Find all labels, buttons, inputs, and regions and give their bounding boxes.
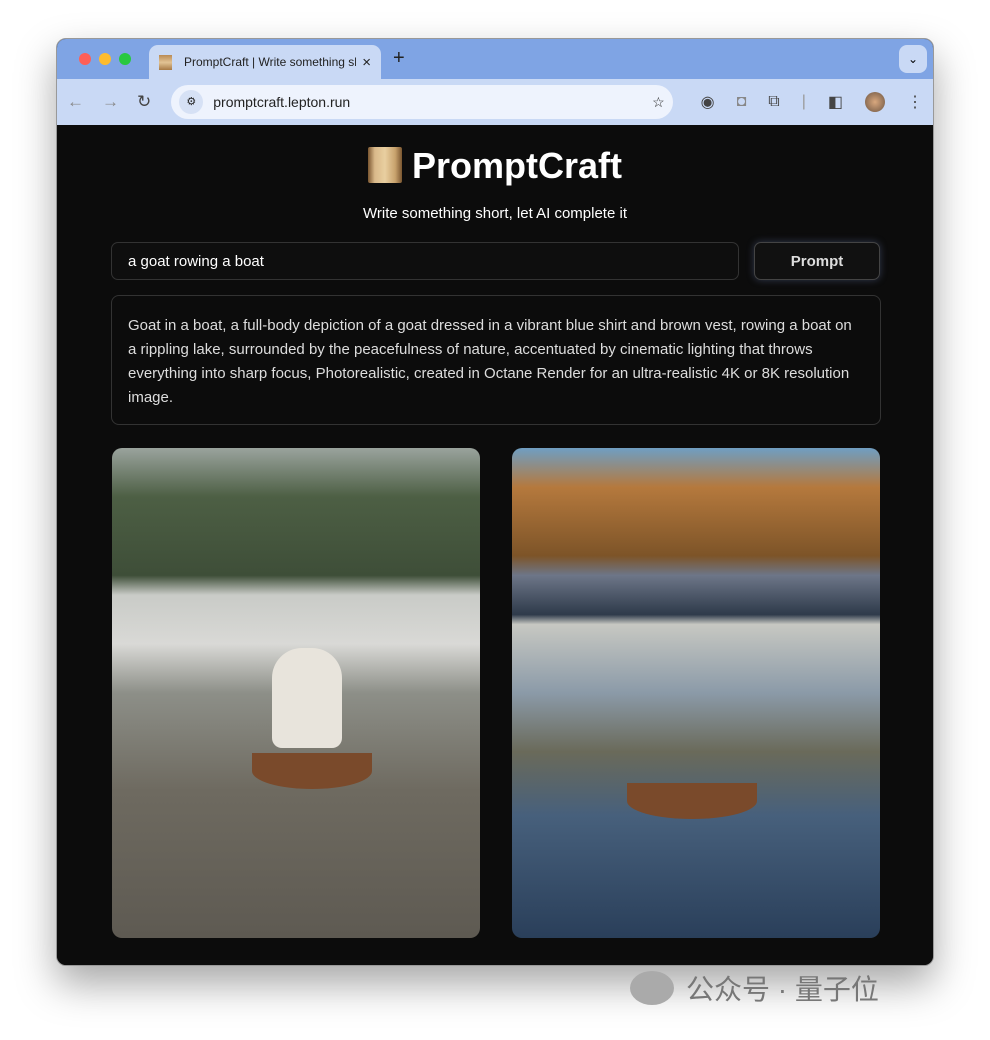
- completed-prompt-output: Goat in a boat, a full-body depiction of…: [111, 295, 881, 425]
- generated-image-2: [512, 448, 880, 938]
- boat-shape: [252, 753, 372, 789]
- extensions-puzzle-icon[interactable]: ⧉: [768, 93, 779, 111]
- password-extension-icon[interactable]: ◉: [701, 92, 715, 112]
- address-bar[interactable]: ⚙ promptcraft.lepton.run ☆: [171, 85, 673, 119]
- close-tab-icon[interactable]: ×: [362, 54, 371, 71]
- close-window-button[interactable]: [79, 53, 91, 65]
- scroll-icon: [367, 147, 402, 183]
- boat-shape: [627, 783, 757, 819]
- url-text: promptcraft.lepton.run: [213, 94, 351, 110]
- back-icon[interactable]: ←: [67, 92, 84, 112]
- maximize-window-button[interactable]: [119, 53, 131, 65]
- tab-bar: PromptCraft | Write something short, let…: [57, 39, 933, 79]
- watermark-text: 公众号 · 量子位: [686, 974, 879, 1005]
- browser-window: PromptCraft | Write something short, let…: [56, 38, 934, 966]
- camera-icon[interactable]: ◘: [737, 93, 747, 111]
- side-panel-icon[interactable]: ◧: [828, 92, 843, 112]
- watermark: 公众号 · 量子位: [630, 968, 879, 1008]
- forward-icon[interactable]: →: [102, 92, 119, 112]
- tab-title: PromptCraft | Write something short, let…: [184, 55, 356, 69]
- site-settings-icon[interactable]: ⚙: [179, 90, 204, 114]
- minimize-window-button[interactable]: [99, 53, 111, 65]
- title-text: PromptCraft: [411, 145, 622, 186]
- new-tab-icon[interactable]: +: [393, 47, 405, 70]
- browser-toolbar: ← → ↻ ⚙ promptcraft.lepton.run ☆ ◉ ◘ ⧉ |…: [57, 79, 933, 125]
- prompt-input[interactable]: [111, 242, 739, 280]
- profile-avatar[interactable]: [865, 92, 885, 112]
- menu-kebab-icon[interactable]: ⋮: [907, 92, 923, 112]
- bookmark-star-icon[interactable]: ☆: [652, 94, 665, 111]
- prompt-button[interactable]: Prompt: [754, 242, 880, 280]
- scroll-favicon-icon: [159, 54, 172, 70]
- page-content: PromptCraft Write something short, let A…: [57, 125, 933, 965]
- goat-figure: [272, 648, 342, 748]
- tab-promptcraft[interactable]: PromptCraft | Write something short, let…: [149, 45, 381, 79]
- page-subtitle: Write something short, let AI complete i…: [362, 205, 627, 222]
- wechat-logo-icon: [630, 971, 674, 1005]
- page-title: PromptCraft: [57, 145, 933, 187]
- divider: |: [801, 93, 806, 110]
- tab-search-chevron-icon[interactable]: ⌄: [899, 45, 927, 73]
- reload-icon[interactable]: ↻: [137, 92, 151, 112]
- generated-image-1: [112, 448, 480, 938]
